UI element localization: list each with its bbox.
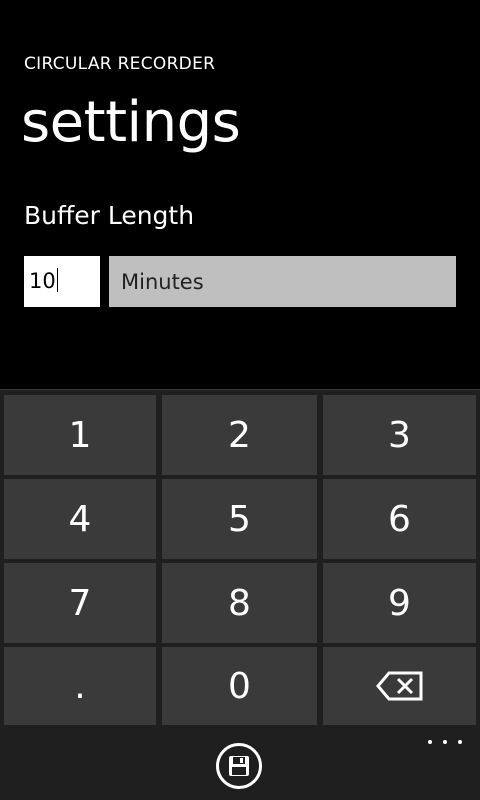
more-options-button[interactable] bbox=[428, 732, 462, 752]
page-title: settings bbox=[21, 90, 241, 155]
key-decimal[interactable]: . bbox=[4, 647, 156, 725]
numeric-keypad: 1 2 3 4 5 6 7 8 9 . 0 bbox=[0, 389, 480, 728]
key-2[interactable]: 2 bbox=[162, 395, 317, 475]
key-6-label: 6 bbox=[388, 498, 411, 540]
key-5[interactable]: 5 bbox=[162, 479, 317, 559]
buffer-length-label: Buffer Length bbox=[24, 201, 195, 230]
buffer-unit-value: Minutes bbox=[121, 270, 204, 294]
ellipsis-icon bbox=[428, 740, 432, 744]
buffer-length-value: 10 bbox=[29, 269, 56, 293]
key-3[interactable]: 3 bbox=[323, 395, 476, 475]
backspace-icon bbox=[375, 671, 422, 701]
buffer-length-input[interactable]: 10 bbox=[24, 256, 100, 307]
save-button[interactable] bbox=[216, 743, 262, 789]
key-8[interactable]: 8 bbox=[162, 563, 317, 643]
key-9-label: 9 bbox=[388, 582, 411, 624]
text-caret bbox=[56, 268, 58, 292]
buffer-unit-select[interactable]: Minutes bbox=[109, 256, 456, 307]
key-9[interactable]: 9 bbox=[323, 563, 476, 643]
key-3-label: 3 bbox=[388, 414, 411, 456]
key-8-label: 8 bbox=[228, 582, 251, 624]
key-7-label: 7 bbox=[68, 582, 92, 624]
key-1-label: 1 bbox=[68, 414, 92, 456]
app-bar bbox=[0, 728, 480, 800]
key-4[interactable]: 4 bbox=[4, 479, 156, 559]
key-7[interactable]: 7 bbox=[4, 563, 156, 643]
backspace-key[interactable] bbox=[323, 647, 476, 725]
key-0[interactable]: 0 bbox=[162, 647, 317, 725]
key-0-label: 0 bbox=[228, 665, 251, 707]
ellipsis-icon bbox=[458, 740, 462, 744]
key-5-label: 5 bbox=[228, 498, 251, 540]
key-1[interactable]: 1 bbox=[4, 395, 156, 475]
key-2-label: 2 bbox=[228, 414, 251, 456]
key-decimal-label: . bbox=[74, 665, 86, 707]
ellipsis-icon bbox=[443, 740, 447, 744]
key-4-label: 4 bbox=[68, 498, 92, 540]
save-icon bbox=[229, 756, 249, 776]
key-6[interactable]: 6 bbox=[323, 479, 476, 559]
app-title: CIRCULAR RECORDER bbox=[24, 54, 216, 74]
